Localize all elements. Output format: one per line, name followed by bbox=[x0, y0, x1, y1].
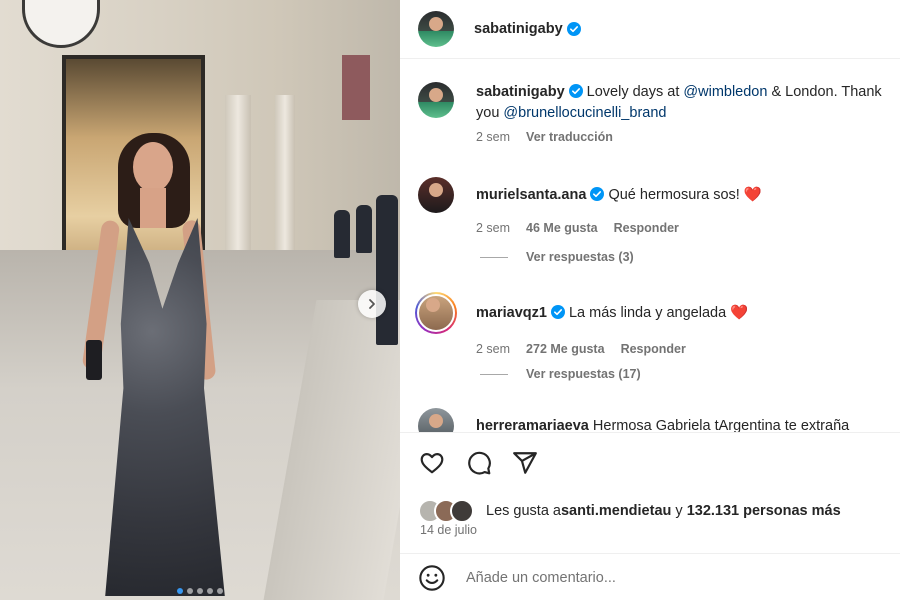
commenter-avatar[interactable] bbox=[415, 292, 457, 334]
caption-username[interactable]: sabatinigaby bbox=[476, 84, 565, 100]
post-side-panel: sabatinigaby sabatinigaby Lovely days at… bbox=[400, 0, 900, 600]
post-header: sabatinigaby bbox=[400, 0, 900, 59]
author-avatar[interactable] bbox=[418, 82, 454, 118]
comment-body: Qué hermosura sos! bbox=[608, 186, 744, 203]
verified-badge-icon bbox=[550, 304, 565, 319]
photo-woman-neck bbox=[140, 188, 166, 228]
verified-badge-icon bbox=[590, 186, 605, 201]
comment-item: murielsanta.ana Qué hermosura sos! ❤️ 2 … bbox=[418, 177, 900, 235]
heart-emoji: ❤️ bbox=[730, 304, 749, 321]
commenter-username[interactable]: herreramariaeva bbox=[476, 418, 589, 433]
caption-time[interactable]: 2 sem bbox=[476, 130, 510, 144]
chevron-right-icon bbox=[369, 299, 375, 309]
commenter-username[interactable]: murielsanta.ana bbox=[476, 187, 586, 203]
comment-time[interactable]: 2 sem bbox=[476, 342, 510, 356]
caption-meta: 2 sem Ver traducción bbox=[476, 130, 900, 144]
post-actions: Les gusta a santi.mendietau y 132.131 pe… bbox=[400, 432, 900, 601]
view-replies-label: Ver respuestas (17) bbox=[526, 367, 641, 381]
verified-badge-icon bbox=[566, 22, 581, 36]
photo-pedestrian bbox=[376, 195, 398, 345]
photo-column bbox=[275, 95, 295, 270]
add-comment-bar bbox=[400, 553, 900, 602]
comment-item: herreramariaeva Hermosa Gabriela tArgent… bbox=[418, 408, 900, 432]
carousel-dot[interactable] bbox=[217, 588, 223, 594]
comment-meta: 2 sem 46 Me gusta Responder bbox=[476, 221, 900, 235]
reply-button[interactable]: Responder bbox=[614, 221, 679, 235]
carousel-dot[interactable] bbox=[207, 588, 213, 594]
photo-woman-face bbox=[133, 142, 173, 192]
caption-body: Lovely days at bbox=[586, 84, 684, 100]
comment-likes[interactable]: 46 Me gusta bbox=[526, 221, 598, 235]
share-button[interactable] bbox=[511, 449, 539, 477]
carousel-dot[interactable] bbox=[197, 588, 203, 594]
carousel-dot[interactable] bbox=[177, 588, 183, 594]
emoji-icon bbox=[419, 565, 445, 591]
mention-link[interactable]: @brunellocucinelli_brand bbox=[503, 105, 666, 121]
share-icon bbox=[513, 452, 537, 474]
likes-user-link[interactable]: santi.mendietau bbox=[561, 503, 671, 519]
photo-flag bbox=[342, 55, 370, 120]
likes-middle: y bbox=[671, 503, 687, 519]
comment-likes[interactable]: 272 Me gusta bbox=[526, 342, 605, 356]
photo-clock bbox=[22, 0, 100, 48]
view-replies-button[interactable]: Ver respuestas (17) bbox=[480, 367, 641, 381]
comment-button[interactable] bbox=[465, 449, 493, 477]
mention-link[interactable]: @wimbledon bbox=[683, 84, 767, 100]
commenter-avatar[interactable] bbox=[418, 177, 454, 213]
likes-count-link[interactable]: 132.131 personas más bbox=[687, 503, 841, 519]
commenter-avatar[interactable] bbox=[418, 408, 454, 432]
reply-button[interactable]: Responder bbox=[621, 342, 686, 356]
author-avatar[interactable] bbox=[418, 11, 454, 47]
translate-button[interactable]: Ver traducción bbox=[526, 130, 613, 144]
story-ring bbox=[417, 294, 455, 332]
likes-prefix: Les gusta a bbox=[486, 503, 561, 519]
emoji-button[interactable] bbox=[418, 564, 446, 592]
view-replies-button[interactable]: Ver respuestas (3) bbox=[480, 250, 634, 264]
post-date[interactable]: 14 de julio bbox=[420, 523, 477, 537]
heart-icon bbox=[420, 453, 444, 474]
photo-clutch bbox=[86, 340, 102, 380]
comment-text: herreramariaeva Hermosa Gabriela tArgent… bbox=[476, 416, 896, 433]
comments-list: sabatinigaby Lovely days at @wimbledon &… bbox=[400, 58, 900, 432]
caption: sabatinigaby Lovely days at @wimbledon &… bbox=[418, 82, 900, 144]
likes-summary: Les gusta a santi.mendietau y 132.131 pe… bbox=[418, 499, 841, 523]
comment-meta: 2 sem 272 Me gusta Responder bbox=[476, 342, 900, 356]
comment-text: murielsanta.ana Qué hermosura sos! ❤️ bbox=[476, 185, 896, 206]
comment-time[interactable]: 2 sem bbox=[476, 221, 510, 235]
replies-line bbox=[480, 373, 508, 375]
heart-emoji: ❤️ bbox=[743, 186, 762, 203]
photo-pedestrian bbox=[356, 205, 372, 253]
comment-item: mariavqz1 La más linda y angelada ❤️ 2 s… bbox=[415, 292, 900, 356]
view-replies-label: Ver respuestas (3) bbox=[526, 250, 634, 264]
photo-pedestrian bbox=[334, 210, 350, 258]
like-button[interactable] bbox=[418, 449, 446, 477]
post-photo[interactable] bbox=[0, 0, 400, 600]
carousel-dots bbox=[0, 588, 400, 594]
replies-line bbox=[480, 256, 508, 258]
verified-badge-icon bbox=[568, 84, 583, 98]
commenter-username[interactable]: mariavqz1 bbox=[476, 305, 547, 321]
comment-body: La más linda y angelada bbox=[568, 304, 731, 321]
carousel-dot[interactable] bbox=[187, 588, 193, 594]
author-username[interactable]: sabatinigaby bbox=[474, 21, 563, 37]
carousel-next-button[interactable] bbox=[358, 290, 386, 318]
liker-avatar bbox=[450, 499, 474, 523]
comment-input[interactable] bbox=[464, 569, 868, 587]
caption-text: sabatinigaby Lovely days at @wimbledon &… bbox=[476, 82, 896, 124]
comment-text: mariavqz1 La más linda y angelada ❤️ bbox=[476, 303, 896, 324]
comment-body: Hermosa Gabriela tArgentina te extraña bbox=[592, 417, 850, 433]
comment-icon bbox=[468, 451, 491, 475]
